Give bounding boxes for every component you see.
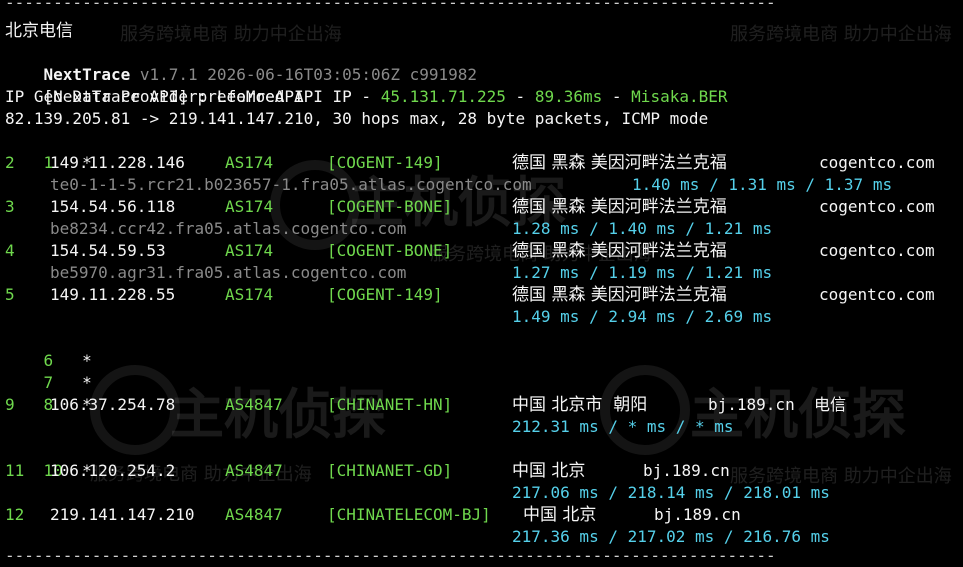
hop-rtt: 1.28 ms / 1.40 ms / 1.21 ms: [512, 219, 773, 238]
hop-host: bj.189.cn: [643, 461, 730, 480]
hop-ip: 106.37.254.78: [50, 395, 176, 414]
hop-ip: 106.120.254.2: [50, 461, 176, 480]
separator-top: ----------------------------------------…: [5, 0, 776, 12]
hop-ip: 149.11.228.146: [50, 153, 185, 172]
hop-rtt: 1.49 ms / 2.94 ms / 2.69 ms: [512, 307, 773, 326]
hop-asn: AS4847: [225, 395, 283, 414]
api-dash2: -: [602, 87, 632, 106]
hop-tag: [COGENT-149]: [327, 285, 443, 304]
hop-geo: 德国 黑森 美因河畔法兰克福: [512, 241, 727, 261]
hop-number: 9: [5, 395, 15, 414]
hop-tag: [COGENT-149]: [327, 153, 443, 172]
hop-geo: 中国 北京市 朝阳: [512, 395, 648, 415]
watermark-text: 服务跨境电商 助力中企出海: [730, 24, 952, 45]
hop-host: cogentco.com: [819, 153, 935, 172]
hop-row: 6 *: [5, 328, 92, 370]
hop-number: 11: [5, 461, 25, 480]
hop-rtt: 217.06 ms / 218.14 ms / 218.01 ms: [512, 483, 830, 502]
hop-asn: AS174: [225, 197, 274, 216]
hop-rdns: be8234.ccr42.fra05.atlas.cogentco.com: [50, 219, 407, 238]
hop-rtt: 212.31 ms / * ms / * ms: [512, 417, 734, 436]
separator-bottom: ----------------------------------------…: [5, 546, 776, 565]
hop-number: 5: [5, 285, 15, 304]
hop-geo: 德国 黑森 美因河畔法兰克福: [512, 197, 727, 217]
hop-tag: [CHINANET-HN]: [327, 395, 453, 414]
api-latency: 89.36ms: [534, 87, 603, 106]
hop-number: 12: [5, 505, 25, 524]
hop-geo: 德国 黑森 美因河畔法兰克福: [512, 285, 727, 305]
hop-ip: 154.54.56.118: [50, 197, 176, 216]
hop-row: 7 *: [5, 350, 92, 392]
api-line: [NextTrace API] preferred API IP - 45.13…: [5, 64, 728, 106]
hop-row: 10 *: [5, 438, 92, 480]
api-node: Misaka.BER: [631, 87, 728, 106]
geo-provider-line: IP Geo Data Provider: LeoMoeAPI: [5, 87, 304, 106]
hop-host: bj.189.cn: [654, 505, 741, 524]
hop-number: 2: [5, 153, 15, 172]
route-line: 82.139.205.81 -> 219.141.147.210, 30 hop…: [5, 109, 709, 128]
hop-asn: AS4847: [225, 461, 283, 480]
nexttrace-version-line: NextTrace v1.7.1 2026-06-16T03:05:06Z c9…: [5, 42, 477, 84]
hop-asn: AS174: [225, 241, 274, 260]
api-dash: -: [505, 87, 535, 106]
hop-host: cogentco.com: [819, 241, 935, 260]
hop-row: 1 *: [5, 130, 92, 172]
hop-asn: AS4847: [225, 505, 283, 524]
hop-tag: [COGENT-BONE]: [327, 197, 453, 216]
hop-host: cogentco.com: [819, 285, 935, 304]
hop-number: 4: [5, 241, 15, 260]
hop-tag: [COGENT-BONE]: [327, 241, 453, 260]
hop-tag: [CHINATELECOM-BJ]: [327, 505, 491, 524]
hop-rtt: 1.27 ms / 1.19 ms / 1.21 ms: [512, 263, 773, 282]
hop-geo: 中国 北京: [523, 505, 597, 525]
hop-ip: 219.141.147.210: [50, 505, 195, 524]
hop-ip: 149.11.228.55: [50, 285, 176, 304]
hop-number: 3: [5, 197, 15, 216]
hop-rdns: be5970.agr31.fra05.atlas.cogentco.com: [50, 263, 407, 282]
header-label: 北京电信: [5, 21, 73, 41]
api-ip: 45.131.71.225: [380, 87, 506, 106]
hop-rdns: te0-1-1-5.rcr21.b023657-1.fra05.atlas.co…: [50, 175, 532, 194]
hop-geo: 德国 黑森 美因河畔法兰克福: [512, 153, 727, 173]
hop-host: cogentco.com: [819, 197, 935, 216]
hop-geo: 中国 北京: [512, 461, 586, 481]
hop-rtt: 1.40 ms / 1.31 ms / 1.37 ms: [632, 175, 893, 194]
hop-host: bj.189.cn 电信: [708, 395, 846, 414]
hop-asn: AS174: [225, 153, 274, 172]
terminal-window[interactable]: 服务跨境电商 助力中企出海 服务跨境电商 助力中企出海 服务跨境电商 助力中企出…: [0, 0, 963, 567]
hop-tag: [CHINANET-GD]: [327, 461, 453, 480]
hop-asn: AS174: [225, 285, 274, 304]
hop-row: 8 *: [5, 372, 92, 414]
hop-ip: 154.54.59.53: [50, 241, 166, 260]
